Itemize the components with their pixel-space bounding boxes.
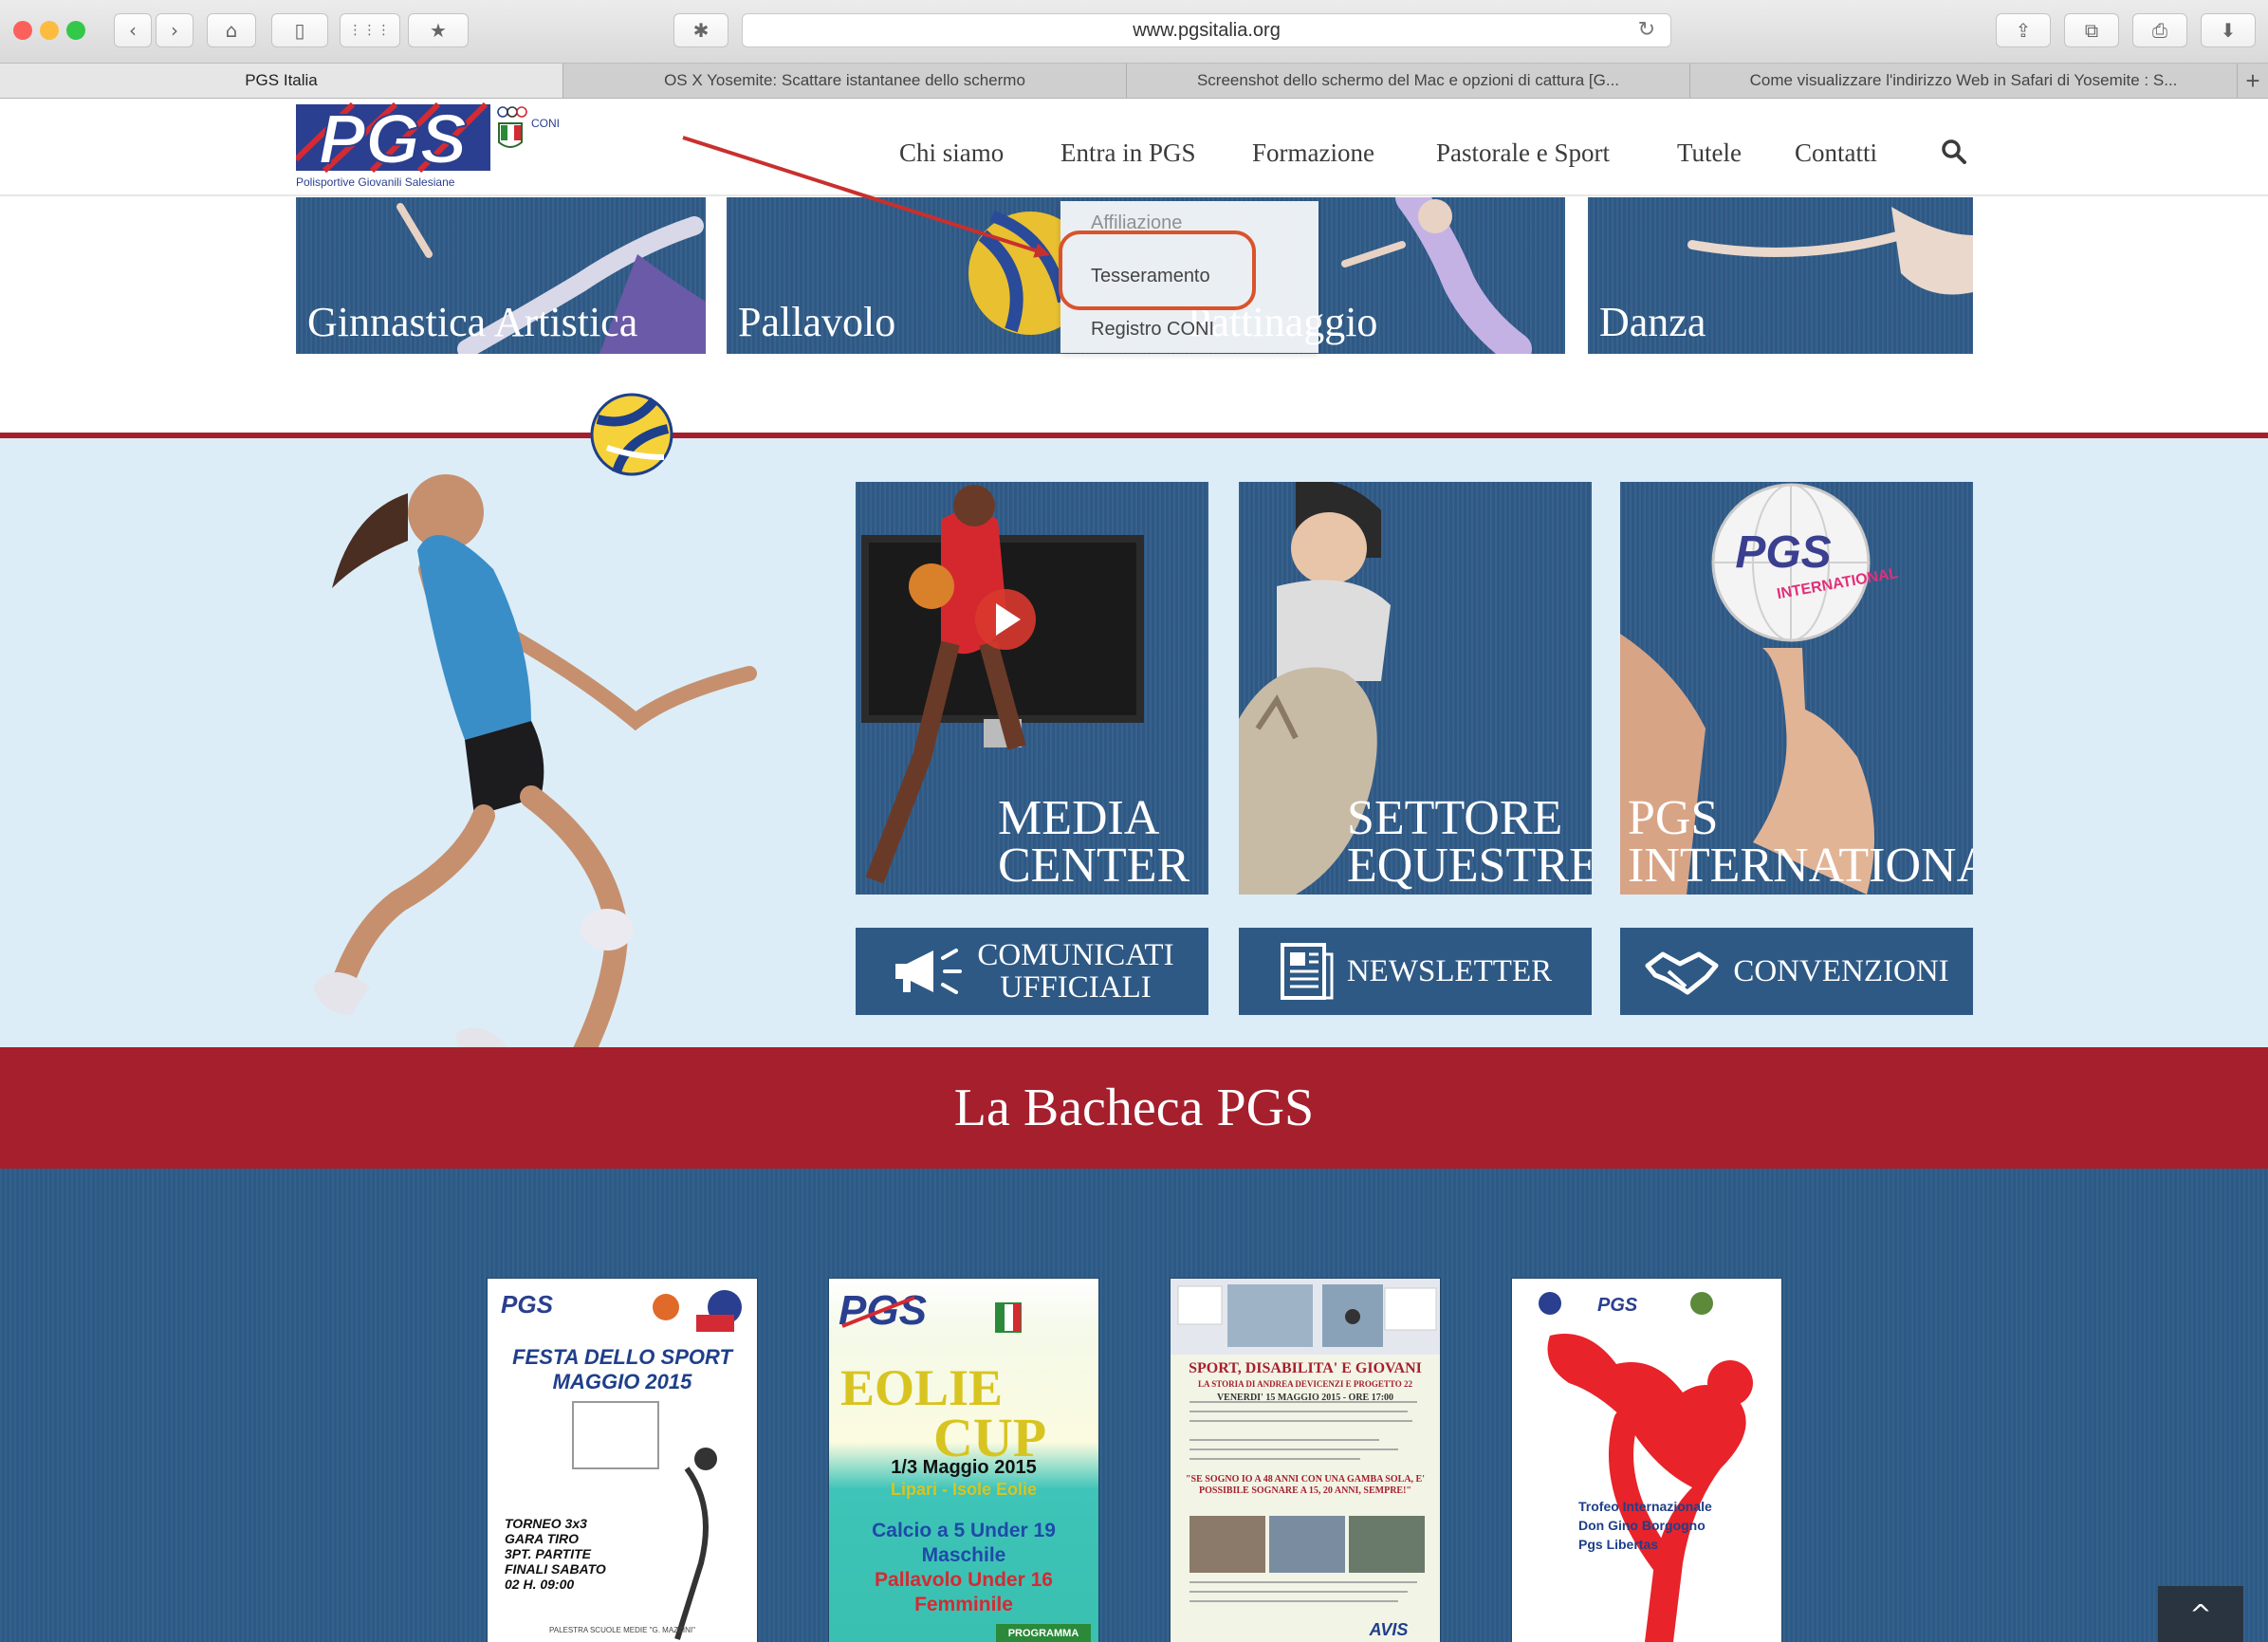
- poster-quote: "SE SOGNO IO A 48 ANNI CON UNA GAMBA SOL…: [1186, 1474, 1425, 1496]
- bacheca-area: [0, 1169, 2268, 1642]
- poster-sport-disabilita[interactable]: SPORT, DISABILITA' E GIOVANI LA STORIA D…: [1171, 1279, 1440, 1642]
- poster-trofeo-internazionale[interactable]: PGS Trofeo Internazionale Don Gino Borgo…: [1512, 1279, 1781, 1642]
- svg-text:PGS: PGS: [1735, 527, 1831, 578]
- back-to-top-button[interactable]: ^: [2158, 1586, 2243, 1642]
- bacheca-title: La Bacheca PGS: [953, 1079, 1315, 1137]
- poster-line3: Pgs Libertas: [1578, 1537, 1659, 1552]
- poster-sponsor: AVIS: [1369, 1620, 1409, 1639]
- poster-line3: Pallavolo Under 16: [875, 1569, 1053, 1591]
- promo-media-center[interactable]: MEDIA CENTER: [856, 482, 1208, 895]
- poster-badge: PROGRAMMA: [996, 1624, 1091, 1642]
- poster-date: VENERDI' 15 MAGGIO 2015 - ORE 17:00: [1216, 1393, 1394, 1403]
- volleyball-player-image: [313, 474, 757, 1074]
- poster-line2: Maschile: [921, 1544, 1006, 1566]
- promo-label: PGSINTERNATIONAL: [1628, 791, 1973, 893]
- poster-title: FESTA DELLO SPORT MAGGIO 2015: [512, 1345, 732, 1393]
- annotation-arrow: [682, 136, 1050, 258]
- poster-place: Lipari - Isole Eolie: [890, 1480, 1038, 1499]
- promo-pgs-international[interactable]: PGS INTERNATIONAL PGSINTERNATIONAL: [1620, 482, 1973, 895]
- newsletter-button[interactable]: NEWSLETTER: [1239, 928, 1592, 1015]
- poster-details: TORNEO 3x3 GARA TIRO 3PT. PARTITE FINALI…: [505, 1516, 606, 1592]
- promo-settore-equestre[interactable]: SETTORE EQUESTRE: [1239, 482, 1592, 895]
- promo-label: SETTORE EQUESTRE: [1347, 791, 1592, 893]
- bacheca-band: La Bacheca PGS: [0, 1047, 2268, 1169]
- poster-title: SPORT, DISABILITA' E GIOVANI: [1189, 1360, 1422, 1376]
- poster-eolie-cup[interactable]: PGS EOLIE CUP 1/3 Maggio 2015 Lipari - I…: [829, 1279, 1098, 1642]
- poster-line4: Femminile: [914, 1594, 1013, 1615]
- poster-subtitle: LA STORIA DI ANDREA DEVICENZI E PROGETTO…: [1198, 1379, 1412, 1389]
- megaphone-icon: [895, 949, 963, 994]
- poster-date: 1/3 Maggio 2015: [891, 1457, 1037, 1478]
- poster-footer: PALESTRA SCUOLE MEDIE "G. MAZZINI": [548, 1626, 695, 1634]
- newspaper-icon: [1280, 943, 1334, 1000]
- promo-label: MEDIA CENTER: [998, 791, 1190, 893]
- poster-artwork: PGS: [1539, 1292, 1753, 1642]
- poster-line2: Don Gino Borgogno: [1578, 1518, 1706, 1533]
- poster-artwork: [1171, 1279, 1440, 1602]
- poster-line1: Calcio a 5 Under 19: [872, 1520, 1056, 1541]
- poster-line1: Trofeo Internazionale: [1578, 1499, 1712, 1514]
- comunicati-ufficiali-button[interactable]: COMUNICATI UFFICIALI: [856, 928, 1208, 1015]
- poster-festa-dello-sport[interactable]: PGS FESTA DELLO SPORT MAGGIO 2015 TORNEO…: [488, 1279, 757, 1642]
- convenzioni-button[interactable]: CONVENZIONI: [1620, 928, 1973, 1015]
- handshake-icon: [1645, 951, 1719, 995]
- svg-text:PGS: PGS: [501, 1290, 554, 1319]
- chevron-up-icon: ^: [2189, 1598, 2212, 1630]
- svg-text:PGS: PGS: [1597, 1295, 1638, 1316]
